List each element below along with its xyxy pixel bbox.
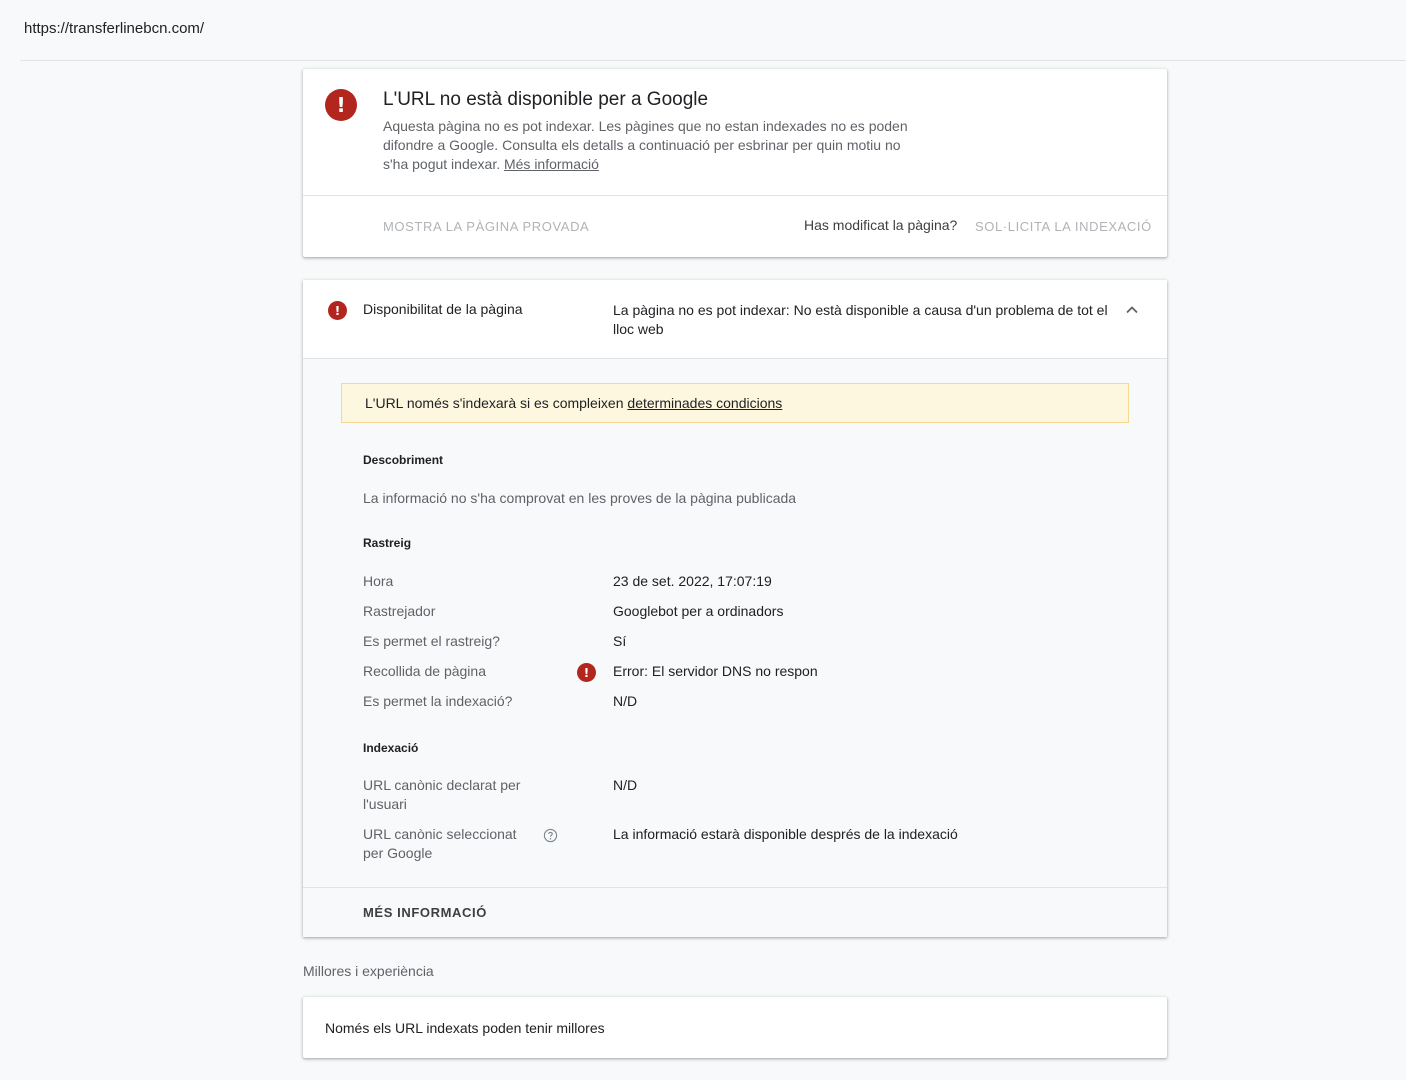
crawl-time-value: 23 de set. 2022, 17:07:19 bbox=[613, 573, 772, 589]
enhancements-card: Només els URL indexats poden tenir millo… bbox=[303, 997, 1167, 1058]
learn-more-link[interactable]: Més informació bbox=[504, 156, 599, 172]
indexing-title: Indexació bbox=[363, 741, 419, 755]
discovery-title: Descobriment bbox=[363, 453, 444, 467]
status-title: L'URL no està disponible per a Google bbox=[383, 89, 709, 110]
chevron-up-icon[interactable] bbox=[1124, 302, 1140, 318]
user-canonical-value: N/D bbox=[613, 777, 638, 793]
modified-question: Has modificat la pàgina? bbox=[804, 217, 958, 233]
page-fetch-value: Error: El servidor DNS no respon bbox=[613, 663, 818, 679]
top-bar: https://transferlinebcn.com/ bbox=[0, 0, 1406, 61]
user-canonical-label: URL canònic declarat per l'usuari bbox=[363, 777, 521, 812]
discovery-info: La informació no s'ha comprovat en les p… bbox=[363, 490, 797, 506]
url-status-card: ! L'URL no està disponible per a Google … bbox=[303, 69, 1167, 257]
error-icon: ! bbox=[328, 301, 347, 320]
inspected-url: https://transferlinebcn.com/ bbox=[24, 20, 205, 37]
crawl-allowed-value: Sí bbox=[613, 633, 627, 649]
status-description: Aquesta pàgina no es pot indexar. Les pà… bbox=[383, 117, 923, 174]
status-description-text: Aquesta pàgina no es pot indexar. Les pà… bbox=[383, 118, 908, 172]
indexing-allowed-value: N/D bbox=[613, 693, 638, 709]
help-icon[interactable] bbox=[543, 828, 558, 843]
page-availability-card: ! Disponibilitat de la pàgina La pàgina … bbox=[303, 280, 1167, 937]
page-fetch-label: Recollida de pàgina bbox=[363, 663, 486, 679]
top-divider bbox=[20, 60, 1406, 61]
crawl-time-label: Hora bbox=[363, 573, 394, 589]
more-info-button[interactable]: MÉS INFORMACIÓ bbox=[363, 905, 487, 920]
crawler-label: Rastrejador bbox=[363, 603, 436, 619]
indexing-conditions-notice: L'URL només s'indexarà si es compleixen … bbox=[341, 383, 1129, 423]
enhancements-text: Només els URL indexats poden tenir millo… bbox=[325, 1020, 605, 1036]
availability-details: L'URL només s'indexarà si es compleixen … bbox=[303, 359, 1167, 937]
crawler-value: Googlebot per a ordinadors bbox=[613, 603, 784, 619]
availability-header[interactable]: ! Disponibilitat de la pàgina La pàgina … bbox=[303, 280, 1167, 359]
indexing-allowed-label: Es permet la indexació? bbox=[363, 693, 513, 709]
availability-footer: MÉS INFORMACIÓ bbox=[303, 887, 1167, 937]
google-canonical-label: URL canònic seleccionat per Google bbox=[363, 826, 517, 861]
error-icon: ! bbox=[325, 89, 357, 121]
google-canonical-value: La informació estarà disponible després … bbox=[613, 826, 958, 842]
availability-label: Disponibilitat de la pàgina bbox=[363, 301, 523, 317]
request-indexing-button[interactable]: SOL·LICITA LA INDEXACIÓ bbox=[975, 219, 1152, 234]
crawl-allowed-label: Es permet el rastreig? bbox=[363, 633, 500, 649]
error-icon: ! bbox=[577, 663, 596, 682]
notice-text: L'URL només s'indexarà si es compleixen bbox=[365, 395, 624, 411]
card-divider bbox=[303, 195, 1167, 196]
crawl-title: Rastreig bbox=[363, 536, 412, 550]
show-tested-page-button[interactable]: MOSTRA LA PÀGINA PROVADA bbox=[383, 219, 589, 234]
enhancements-heading: Millores i experiència bbox=[303, 963, 434, 979]
conditions-link[interactable]: determinades condicions bbox=[627, 395, 782, 411]
availability-value: La pàgina no es pot indexar: No està dis… bbox=[613, 302, 1108, 337]
